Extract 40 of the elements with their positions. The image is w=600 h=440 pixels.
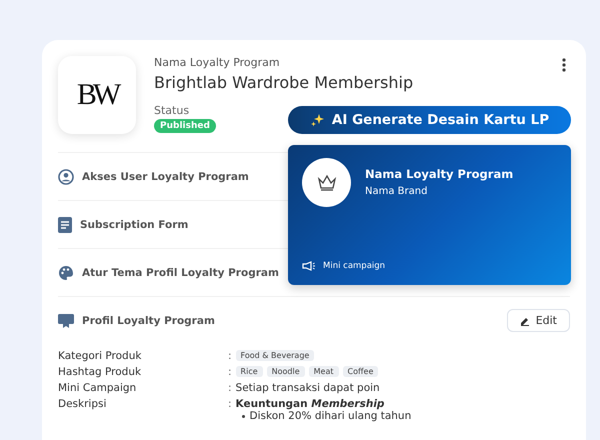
presentation-icon xyxy=(58,312,74,328)
campaign-label: Mini campaign xyxy=(323,261,386,271)
tag: Coffee xyxy=(342,366,378,377)
menu-item[interactable]: Atur Tema Profil Loyalty Program xyxy=(82,266,279,278)
edit-button[interactable]: Edit xyxy=(506,309,570,332)
menu-item[interactable]: Akses User Loyalty Program xyxy=(82,170,249,182)
colon: : xyxy=(228,366,232,378)
user-icon xyxy=(58,168,74,184)
colon: : xyxy=(228,398,232,410)
detail-label: Deskripsi xyxy=(58,398,108,412)
detail-value: Setiap transaksi dapat poin xyxy=(236,382,380,394)
megaphone-icon xyxy=(302,261,315,271)
brand-name: Nama Brand xyxy=(365,186,428,197)
tag: Meat xyxy=(308,366,339,377)
program-name: Brightlab Wardrobe Membership xyxy=(154,73,414,92)
tag: Noodle xyxy=(266,366,305,377)
bullet-text: Diskon 20% dihari ulang tahun xyxy=(250,410,412,422)
card-title: Nama Loyalty Program xyxy=(365,167,514,181)
pencil-icon xyxy=(520,316,530,326)
colon: : xyxy=(228,382,232,394)
sparkle-icon xyxy=(310,112,326,128)
menu-item[interactable]: Profil Loyalty Program xyxy=(82,314,215,326)
bullet-icon xyxy=(242,414,245,418)
tag: Food & Beverage xyxy=(236,350,314,361)
tag: Rice xyxy=(236,366,263,377)
detail-label: Hashtag Produk xyxy=(58,366,142,378)
crown-icon xyxy=(316,174,336,191)
detail-label: Mini Campaign xyxy=(58,382,138,394)
ai-generate-button[interactable]: AI Generate Desain Kartu LP xyxy=(288,106,571,134)
colon: : xyxy=(228,350,232,362)
status-label: Status xyxy=(154,104,190,117)
description-heading: Keuntungan Membership xyxy=(236,398,384,410)
brand-logo: BW xyxy=(58,56,136,134)
palette-icon xyxy=(58,264,74,280)
caption: Nama Loyalty Program xyxy=(154,56,280,69)
status-badge: Published xyxy=(154,119,216,133)
document-icon xyxy=(58,216,72,232)
more-icon[interactable] xyxy=(562,58,566,72)
detail-label: Kategori Produk xyxy=(58,350,142,362)
menu-item[interactable]: Subscription Form xyxy=(80,218,188,230)
